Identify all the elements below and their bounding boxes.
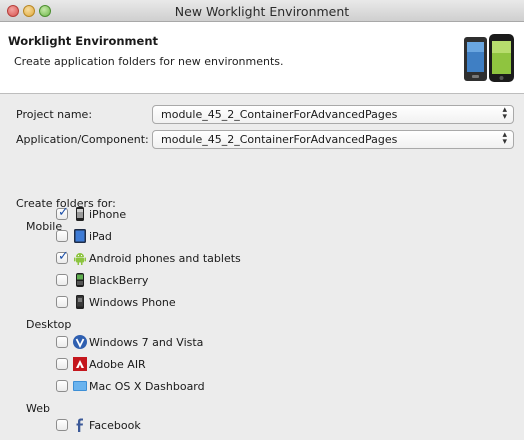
adobe-air-label: Adobe AIR — [89, 358, 146, 371]
project-name-select[interactable]: module_45_2_ContainerForAdvancedPages ▴ ▾ — [152, 105, 514, 124]
updown-arrows-icon: ▴ ▾ — [502, 105, 507, 122]
facebook-checkbox[interactable] — [56, 419, 68, 431]
title-bar: New Worklight Environment — [0, 0, 524, 22]
application-select[interactable]: module_45_2_ContainerForAdvancedPages ▴ ▾ — [152, 130, 514, 149]
android-checkbox[interactable]: ✓ — [56, 249, 69, 264]
wizard-description: Create application folders for new envir… — [14, 55, 284, 68]
ipad-icon — [74, 229, 86, 243]
wizard-title: Worklight Environment — [8, 34, 159, 48]
facebook-icon — [76, 418, 83, 432]
ipad-checkbox[interactable] — [56, 230, 68, 242]
blackberry-icon — [76, 273, 84, 287]
mac-dashboard-label: Mac OS X Dashboard — [89, 380, 205, 393]
mac-dashboard-checkbox[interactable] — [56, 380, 68, 392]
devices-banner-icon — [464, 34, 514, 82]
dialog-window: New Worklight Environment Worklight Envi… — [0, 0, 524, 440]
ipad-label: iPad — [89, 230, 112, 243]
windows-phone-checkbox[interactable] — [56, 296, 68, 308]
facebook-label: Facebook — [89, 419, 141, 432]
application-value: module_45_2_ContainerForAdvancedPages — [161, 133, 398, 146]
android-label: Android phones and tablets — [89, 252, 241, 265]
blackberry-checkbox[interactable] — [56, 274, 68, 286]
window-title: New Worklight Environment — [174, 4, 350, 19]
adobe-air-checkbox[interactable] — [56, 358, 68, 370]
wizard-header: Worklight Environment Create application… — [0, 22, 524, 94]
iphone-label: iPhone — [89, 208, 127, 221]
blackberry-label: BlackBerry — [89, 274, 149, 287]
checkmark-icon: ✓ — [58, 249, 69, 264]
dashboard-icon — [73, 381, 87, 391]
application-label: Application/Component: — [16, 133, 149, 146]
updown-arrows-icon: ▴ ▾ — [502, 130, 507, 147]
group-desktop-label: Desktop — [26, 318, 72, 331]
windows-phone-icon — [76, 295, 84, 309]
android-icon — [74, 253, 86, 265]
checkmark-icon: ✓ — [58, 205, 69, 220]
project-name-value: module_45_2_ContainerForAdvancedPages — [161, 108, 398, 121]
windows-checkbox[interactable] — [56, 336, 68, 348]
windows-phone-label: Windows Phone — [89, 296, 176, 309]
iphone-icon — [76, 207, 84, 221]
iphone-checkbox[interactable]: ✓ — [56, 205, 69, 220]
group-web-label: Web — [26, 402, 50, 415]
project-name-label: Project name: — [16, 108, 93, 121]
windows-icon — [73, 335, 87, 349]
adobe-air-icon — [73, 357, 87, 371]
windows-label: Windows 7 and Vista — [89, 336, 204, 349]
